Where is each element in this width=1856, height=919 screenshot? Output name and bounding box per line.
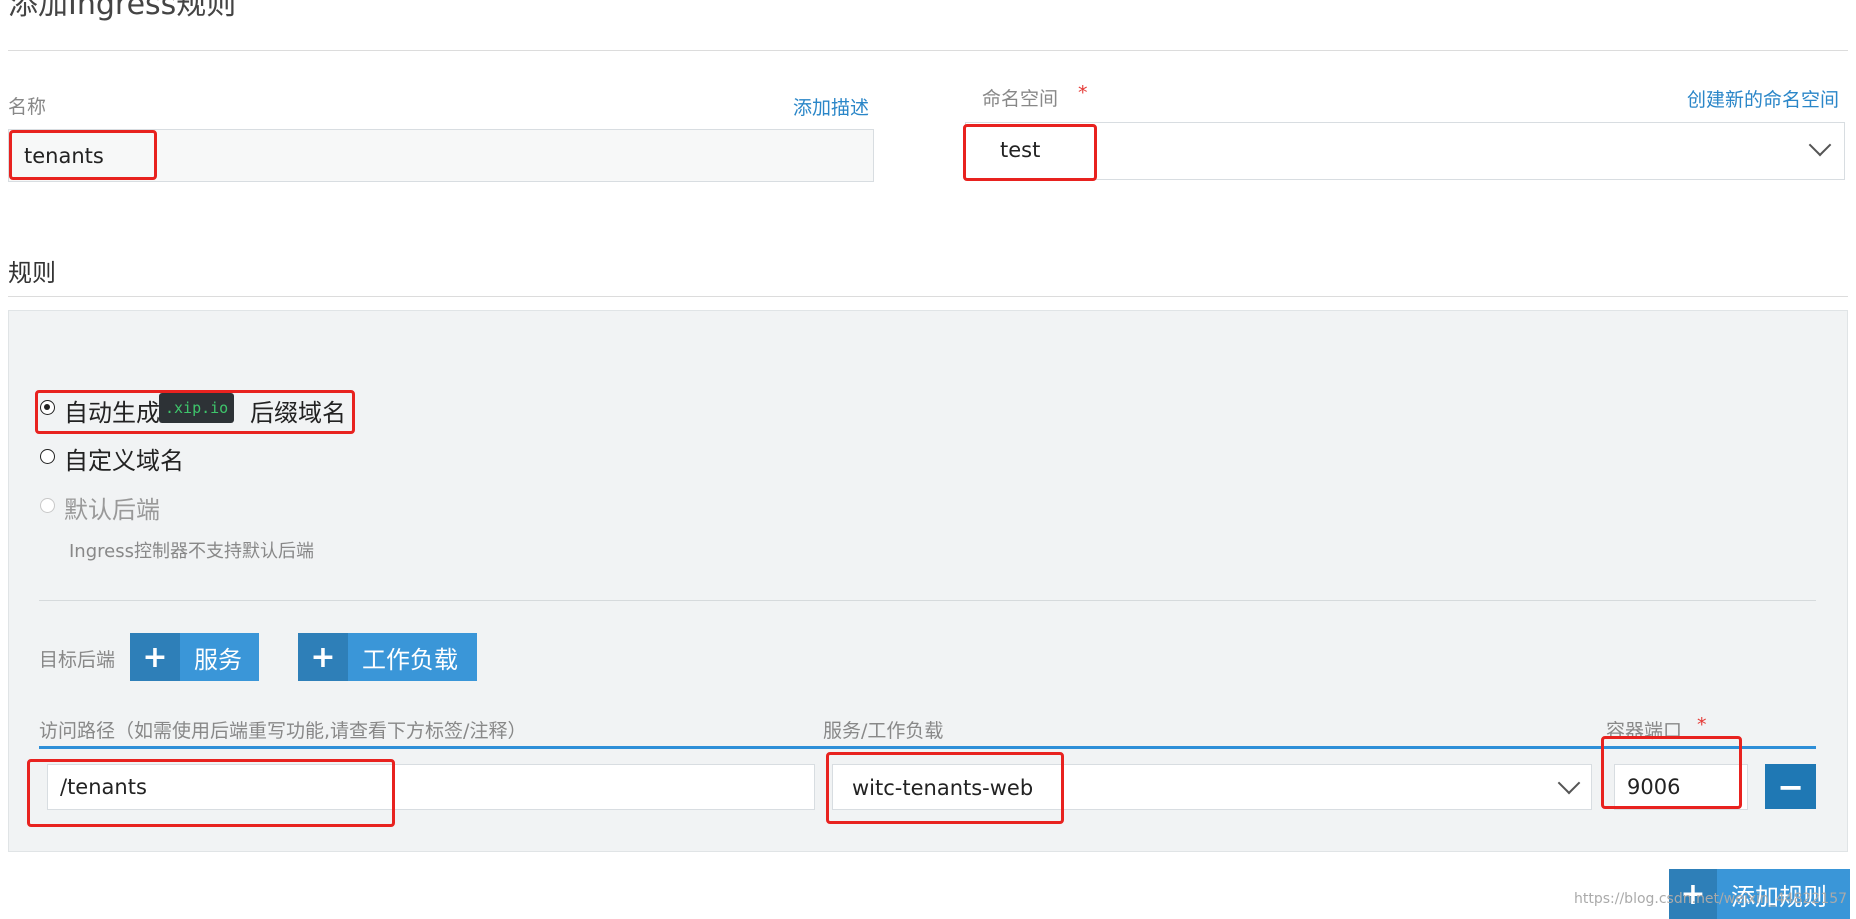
- page-title: 添加Ingress规则: [8, 0, 237, 22]
- plus-icon: +: [298, 633, 348, 681]
- remove-rule-button[interactable]: −: [1765, 764, 1816, 809]
- watermark-text: https://blog.csdn.net/weixin_44822157: [1574, 891, 1848, 907]
- chevron-down-icon: [1557, 771, 1581, 795]
- highlight-box-auto-domain: [35, 390, 355, 434]
- rules-section-title: 规则: [8, 259, 56, 287]
- create-namespace-link[interactable]: 创建新的命名空间: [1687, 85, 1839, 112]
- path-column-header: 访问路径（如需使用后端重写功能,请查看下方标签/注释）: [39, 720, 527, 742]
- radio-custom-domain[interactable]: [40, 449, 55, 464]
- headers-underline: [39, 746, 1816, 749]
- highlight-box-path: [27, 759, 395, 827]
- rules-divider: [8, 296, 1848, 297]
- add-workload-button[interactable]: + 工作负载: [298, 633, 477, 681]
- add-service-button[interactable]: + 服务: [130, 633, 259, 681]
- radio-custom-domain-label: 自定义域名: [64, 447, 184, 475]
- namespace-required-mark: *: [1078, 82, 1088, 104]
- highlight-box-name: [9, 130, 157, 180]
- port-required-mark: *: [1697, 714, 1707, 736]
- namespace-label: 命名空间: [982, 88, 1059, 110]
- namespace-select[interactable]: test: [965, 122, 1845, 180]
- chevron-down-icon: [1808, 133, 1832, 157]
- highlight-box-port: [1601, 736, 1742, 809]
- target-backend-label: 目标后端: [39, 649, 116, 671]
- default-backend-note: Ingress控制器不支持默认后端: [69, 541, 314, 562]
- options-divider: [39, 600, 1816, 601]
- highlight-box-service: [826, 752, 1064, 824]
- add-service-button-label: 服务: [194, 645, 242, 674]
- radio-default-backend-label: 默认后端: [64, 496, 160, 524]
- title-divider: [8, 50, 1848, 51]
- highlight-box-namespace: [963, 124, 1097, 181]
- add-workload-button-label: 工作负载: [362, 645, 458, 674]
- minus-icon: −: [1777, 767, 1804, 806]
- name-label: 名称: [8, 96, 47, 118]
- service-column-header: 服务/工作负载: [823, 720, 944, 742]
- add-description-link[interactable]: 添加描述: [793, 93, 869, 120]
- radio-default-backend: [40, 498, 55, 513]
- plus-icon: +: [130, 633, 180, 681]
